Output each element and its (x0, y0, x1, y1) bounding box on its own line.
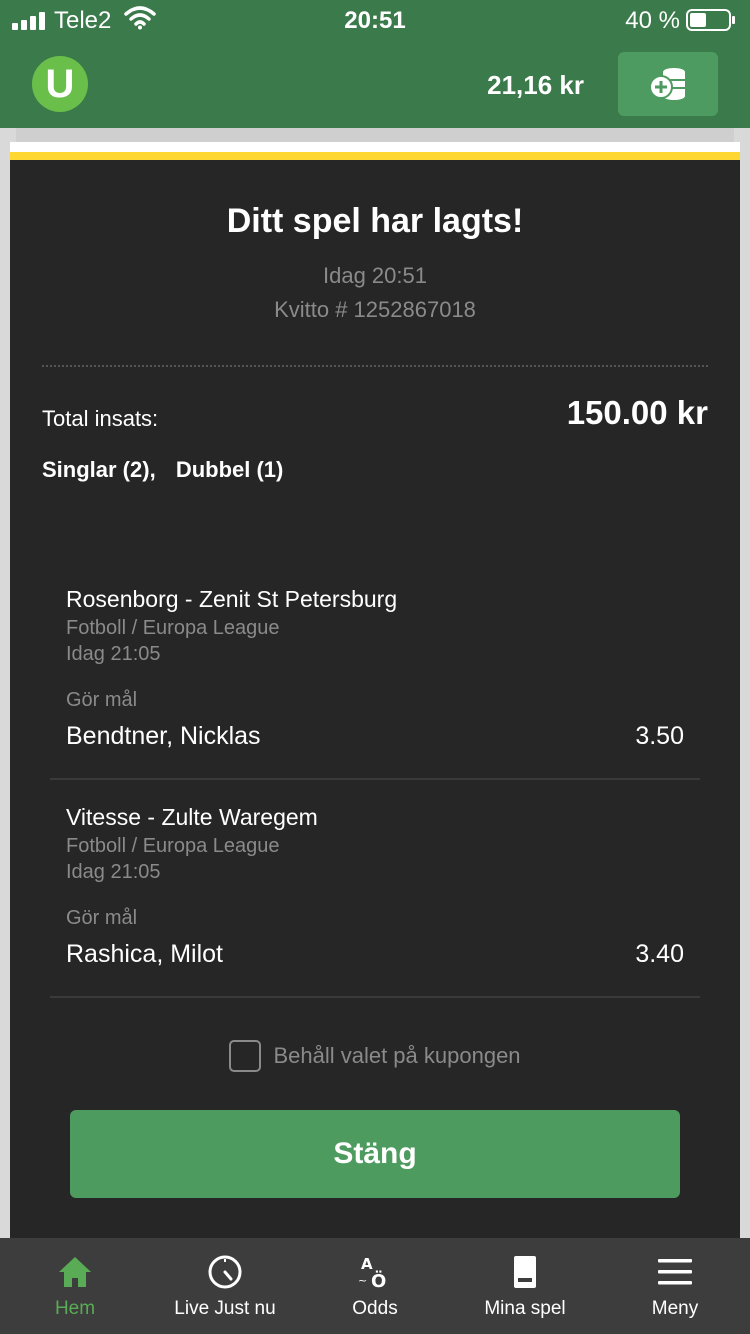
svg-text:~: ~ (358, 1274, 367, 1287)
event-name: Vitesse - Zulte Waregem (66, 804, 318, 830)
nav-item-live[interactable]: Live Just nu (150, 1238, 300, 1334)
logo-letter: U (45, 62, 75, 106)
receipt-date: Idag 20:51 (323, 263, 427, 288)
card-top-strip (10, 142, 740, 152)
event-category: Fotboll / Europa League (66, 835, 280, 857)
receipt-title: Ditt spel har lagts! (226, 202, 524, 240)
bet-type-singles: Singlar (2), (42, 457, 156, 482)
background-band (16, 128, 734, 142)
accent-line (10, 152, 740, 160)
app-header: U 21,16 kr (0, 42, 750, 128)
event-time: Idag 21:05 (66, 861, 161, 883)
event-name: Rosenborg - Zenit St Petersburg (66, 586, 398, 612)
account-balance[interactable]: 21,16 kr (487, 70, 584, 101)
keep-selection-checkbox[interactable] (229, 1040, 262, 1072)
nav-label: Live Just nu (174, 1298, 276, 1319)
nav-item-my-bets[interactable]: Mina spel (450, 1238, 600, 1334)
battery-icon (686, 9, 735, 31)
nav-item-menu[interactable]: Meny (600, 1238, 750, 1334)
selection-odds: 3.40 (635, 940, 684, 968)
nav-label: Hem (54, 1298, 96, 1319)
ticket-number: Kvitto # 1252867018 (274, 297, 476, 322)
market-name: Gör mål (66, 689, 138, 711)
bet-receipt: Ditt spel har lagts! Idag 20:51 Kvitto #… (10, 160, 740, 1238)
keep-selection-label[interactable]: Behåll valet på kupongen (273, 1043, 520, 1069)
selection-item: Rosenborg - Zenit St Petersburg Fotboll … (50, 562, 700, 780)
event-category: Fotboll / Europa League (66, 617, 280, 639)
clock-icon (208, 1255, 242, 1289)
nav-label: Mina spel (484, 1298, 566, 1319)
menu-icon (658, 1259, 692, 1285)
top-bar: Tele2 20:51 40 % U 21,16 kr (0, 0, 750, 128)
market-name: Gör mål (66, 907, 138, 929)
nav-label: Odds (352, 1298, 398, 1319)
keep-selection-row[interactable]: Behåll valet på kupongen (10, 1040, 740, 1072)
selection-outcome: Bendtner, Nicklas (66, 722, 261, 750)
nav-item-home[interactable]: Hem (0, 1238, 150, 1334)
total-stake-value: 150.00 kr (566, 394, 708, 431)
selection-outcome: Rashica, Milot (66, 940, 223, 968)
coins-plus-icon (649, 68, 685, 100)
close-button[interactable]: Stäng (70, 1110, 680, 1198)
selection-item: Vitesse - Zulte Waregem Fotboll / Europa… (50, 780, 700, 998)
nav-label: Meny (651, 1298, 699, 1319)
total-stake-label: Total insats: (42, 406, 159, 431)
status-bar: Tele2 20:51 40 % (0, 0, 750, 42)
divider (42, 365, 708, 367)
home-icon (59, 1257, 91, 1287)
bet-type-double: Dubbel (1) (175, 457, 284, 482)
bet-types: Singlar (2), Dubbel (1) (42, 457, 297, 483)
battery-percent: 40 % (625, 7, 680, 34)
svg-text:Ö: Ö (371, 1270, 386, 1290)
ticket-icon (514, 1256, 536, 1288)
odds-icon: A ~ Ö (358, 1255, 386, 1290)
deposit-button[interactable] (618, 52, 718, 116)
unibet-logo[interactable]: U (32, 56, 88, 112)
event-time: Idag 21:05 (66, 643, 161, 665)
nav-item-odds[interactable]: A ~ Ö Odds (300, 1238, 450, 1334)
selection-divider (50, 996, 700, 998)
selection-odds: 3.50 (635, 722, 684, 750)
bottom-navigation: Hem Live Just nu A ~ Ö Odds Mina spel Me… (0, 1238, 750, 1334)
